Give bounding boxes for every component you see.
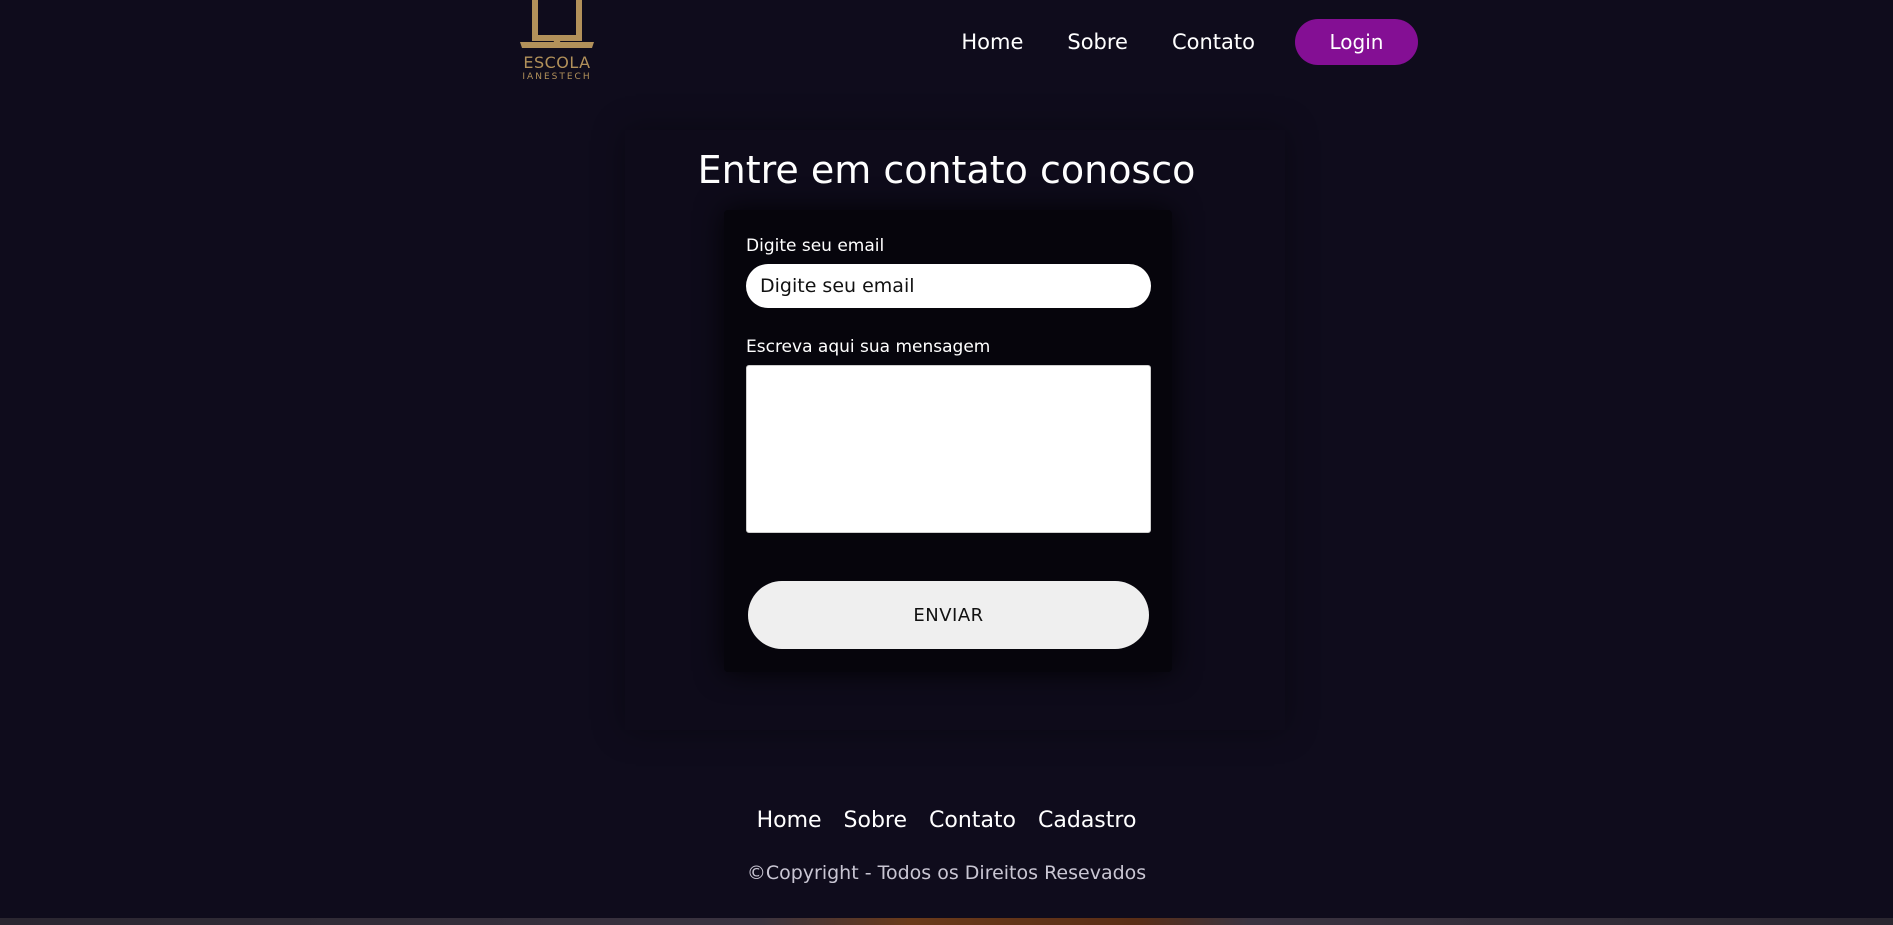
- logo-title: ESCOLA: [523, 53, 591, 72]
- contact-title: Entre em contato conosco: [697, 148, 1196, 192]
- header-nav: Home Sobre Contato Login: [961, 19, 1418, 65]
- footer-link-sobre[interactable]: Sobre: [844, 806, 908, 836]
- message-field[interactable]: [746, 365, 1151, 533]
- footer-nav: Home Sobre Contato Cadastro: [0, 806, 1893, 836]
- laptop-icon: [520, 0, 594, 48]
- nav-link-sobre[interactable]: Sobre: [1067, 19, 1128, 65]
- footer-link-contato[interactable]: Contato: [929, 806, 1016, 836]
- page: ESCOLA IANESTECH Home Sobre Contato Logi…: [0, 0, 1893, 925]
- nav-link-contato[interactable]: Contato: [1172, 19, 1255, 65]
- footer-link-home[interactable]: Home: [757, 806, 822, 836]
- school-logo[interactable]: ESCOLA IANESTECH: [512, 0, 602, 96]
- submit-button[interactable]: ENVIAR: [748, 581, 1149, 649]
- footer-link-cadastro[interactable]: Cadastro: [1038, 806, 1136, 836]
- email-label: Digite seu email: [746, 236, 885, 256]
- login-button[interactable]: Login: [1295, 19, 1418, 65]
- logo-subtitle: IANESTECH: [522, 72, 592, 82]
- contact-form: Digite seu email Escreva aqui sua mensag…: [724, 210, 1172, 672]
- copyright-text: ©Copyright - Todos os Direitos Resevados: [746, 862, 1147, 884]
- nav-link-home[interactable]: Home: [961, 19, 1023, 65]
- message-label: Escreva aqui sua mensagem: [746, 337, 991, 357]
- email-field[interactable]: [746, 264, 1151, 308]
- bottom-strip: [0, 918, 1893, 925]
